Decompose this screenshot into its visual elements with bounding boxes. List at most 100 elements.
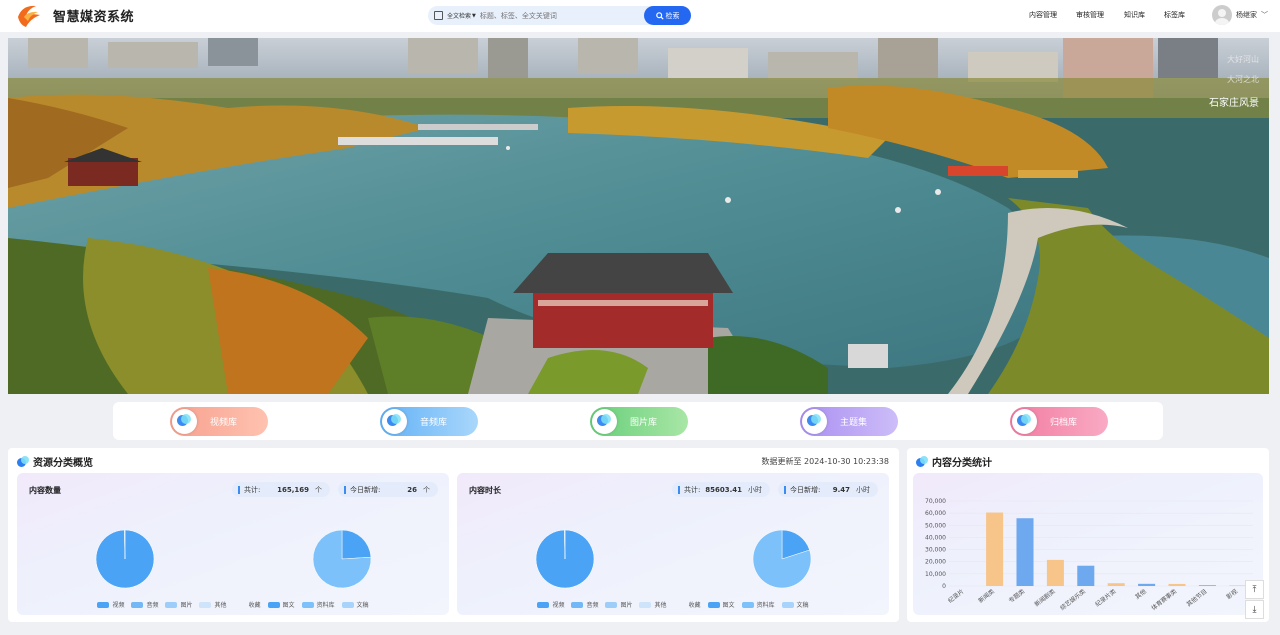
legend-item[interactable]: 音频 xyxy=(131,600,158,609)
stat-label: 共计: xyxy=(244,485,261,494)
legend-item[interactable]: 资料库 xyxy=(741,600,775,609)
library-icon xyxy=(802,409,827,434)
library-label: 视频库 xyxy=(210,418,238,428)
bar-chart-content-category[interactable]: 70,000 60,000 50,000 40,000 30,000 20,000 10,0… xyxy=(913,473,1263,615)
search-icon xyxy=(655,11,664,20)
pie-chart-count-category[interactable] xyxy=(312,529,372,589)
library-bar: 视频库 音频库 图片库 主题集 归档库 xyxy=(113,402,1163,440)
y-tick-label: 50,000 xyxy=(925,522,946,529)
chart-legend: 视频 音频 图片 其他 收藏 图文 资料库 文稿 xyxy=(457,600,889,609)
bar[interactable] xyxy=(986,512,1004,586)
content-category-panel: 内容分类统计 70,000 60,000 50,000 40,000 30,000 20,… xyxy=(907,448,1269,622)
legend-item[interactable]: 收藏 xyxy=(234,600,261,609)
x-tick-label: 专题类 xyxy=(1007,587,1026,604)
library-topic-button[interactable]: 主题集 xyxy=(800,407,898,436)
legend-item[interactable]: 其他 xyxy=(639,600,667,609)
legend-item[interactable]: 图片 xyxy=(605,600,632,609)
library-icon xyxy=(382,409,407,434)
legend-item[interactable]: 图文 xyxy=(267,600,295,609)
x-tick-label: 其他节目 xyxy=(1185,587,1209,608)
bar[interactable] xyxy=(1198,585,1216,586)
search-bar: 全文检索 ▼ 检索 xyxy=(428,6,691,25)
x-tick-label: 体育赛事类 xyxy=(1150,587,1179,612)
banner-caption-3: 石家庄风景 xyxy=(1209,98,1259,109)
legend-item[interactable]: 音频 xyxy=(571,600,598,609)
total-duration-stat: 共计: 85603.41 小时 xyxy=(672,482,770,497)
user-menu[interactable]: 杨继家 ﹀ xyxy=(1212,5,1268,25)
legend-item[interactable]: 收藏 xyxy=(674,600,701,609)
x-tick-label: 综艺娱乐类 xyxy=(1058,587,1087,612)
scroll-bottom-button[interactable]: ⤓ xyxy=(1245,600,1264,619)
chart-legend: 视频 音频 图片 其他 收藏 图文 资料库 文稿 xyxy=(17,600,449,609)
stat-unit: 小时 xyxy=(748,485,762,494)
bar[interactable] xyxy=(1016,518,1034,586)
legend-item[interactable]: 图文 xyxy=(707,600,735,609)
library-image-button[interactable]: 图片库 xyxy=(590,407,688,436)
today-count-stat: 今日新增: 26 个 xyxy=(338,482,438,497)
library-audio-button[interactable]: 音频库 xyxy=(380,407,478,436)
pie-slice[interactable] xyxy=(341,529,372,560)
search-button[interactable]: 检索 xyxy=(644,6,691,25)
y-tick-label: 0 xyxy=(942,583,946,590)
banner-image: 大好河山 大河之北 石家庄风景 xyxy=(8,38,1269,394)
update-time: 数据更新至 2024-10-30 10:23:38 xyxy=(761,457,889,466)
nav-review-manage[interactable]: 审核管理 xyxy=(1076,10,1104,20)
bar[interactable] xyxy=(1046,559,1064,586)
library-label: 图片库 xyxy=(630,418,658,428)
app-logo-icon[interactable] xyxy=(14,3,44,29)
search-input[interactable] xyxy=(479,11,630,20)
section-dot-icon xyxy=(17,455,29,468)
scroll-top-button[interactable]: ⤒ xyxy=(1245,580,1264,599)
app-title: 智慧媒资系统 xyxy=(53,10,135,25)
legend-item[interactable]: 视频 xyxy=(97,600,124,609)
stat-value: 85603.41 xyxy=(705,485,742,494)
y-tick-label: 60,000 xyxy=(925,510,946,517)
y-tick-label: 30,000 xyxy=(925,547,946,554)
library-icon xyxy=(172,409,197,434)
stat-unit: 个 xyxy=(315,485,322,494)
stat-value: 26 xyxy=(407,485,417,494)
resource-overview-panel: 资源分类概览 数据更新至 2024-10-30 10:23:38 内容数量 共计… xyxy=(8,448,899,622)
legend-item[interactable]: 文稿 xyxy=(341,600,369,609)
pie-chart-duration-category[interactable] xyxy=(752,529,812,589)
library-icon xyxy=(592,409,617,434)
lake-landscape-photo xyxy=(8,38,1269,394)
bar[interactable] xyxy=(1077,565,1095,586)
bar[interactable] xyxy=(1138,583,1156,586)
nav-tag-library[interactable]: 标签库 xyxy=(1164,10,1185,20)
legend-item[interactable]: 资料库 xyxy=(301,600,335,609)
nav-knowledge-base[interactable]: 知识库 xyxy=(1124,10,1145,20)
stat-label: 今日新增: xyxy=(790,485,821,494)
legend-item[interactable]: 视频 xyxy=(537,600,564,609)
y-tick-label: 40,000 xyxy=(925,534,946,541)
x-tick-label: 新闻类 xyxy=(977,587,996,604)
section-dot-icon xyxy=(916,455,928,468)
stat-value: 165,169 xyxy=(277,485,309,494)
content-count-card: 内容数量 共计: 165,169 个 今日新增: 26 个 视频 音频 图片 其他 收藏… xyxy=(17,473,449,615)
panel-title: 资源分类概览 xyxy=(17,454,93,469)
nav-content-manage[interactable]: 内容管理 xyxy=(1029,10,1057,20)
stat-value: 9.47 xyxy=(832,485,850,494)
bar[interactable] xyxy=(1107,583,1125,586)
y-tick-label: 70,000 xyxy=(925,498,946,505)
legend-item[interactable]: 文稿 xyxy=(781,600,809,609)
stat-unit: 小时 xyxy=(856,485,870,494)
legend-item[interactable]: 其他 xyxy=(199,600,227,609)
chevron-down-icon[interactable]: ﹀ xyxy=(1261,10,1268,20)
library-video-button[interactable]: 视频库 xyxy=(170,407,268,436)
legend-item[interactable]: 图片 xyxy=(165,600,192,609)
avatar[interactable] xyxy=(1212,5,1232,25)
panel-title-text: 内容分类统计 xyxy=(932,458,992,469)
search-type-select[interactable]: 全文检索 xyxy=(447,11,471,20)
content-duration-card: 内容时长 共计: 85603.41 小时 今日新增: 9.47 小时 视频 音频 图片 … xyxy=(457,473,889,615)
library-icon xyxy=(1012,409,1037,434)
pie-chart-duration-type[interactable] xyxy=(535,529,595,589)
caret-down-icon[interactable]: ▼ xyxy=(472,13,476,19)
card-title: 内容数量 xyxy=(29,486,61,495)
bar[interactable] xyxy=(1168,583,1186,586)
library-archive-button[interactable]: 归档库 xyxy=(1010,407,1108,436)
pie-chart-count-type[interactable] xyxy=(95,529,155,589)
banner-caption-2: 大河之北 xyxy=(1227,75,1259,84)
stat-unit: 个 xyxy=(423,485,430,494)
user-name[interactable]: 杨继家 xyxy=(1236,10,1257,20)
